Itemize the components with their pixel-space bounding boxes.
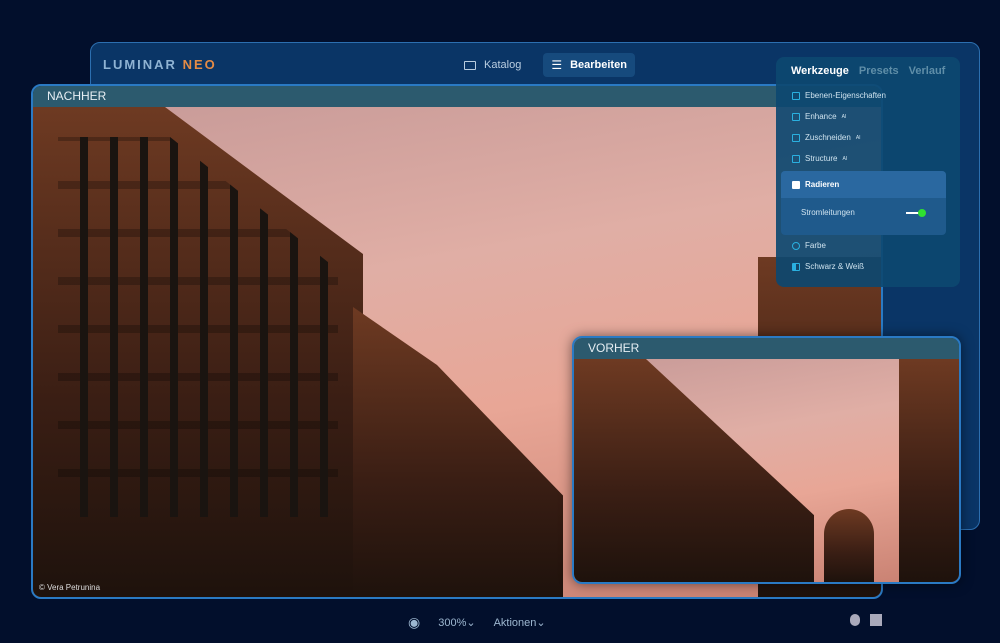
- tool-layer-properties[interactable]: Ebenen-Eigenschaften: [776, 85, 960, 106]
- tab-presets[interactable]: Presets: [859, 65, 899, 77]
- windows-icon: [870, 614, 882, 626]
- color-icon: [792, 241, 800, 250]
- before-panel: VORHER: [572, 336, 961, 584]
- zoom-dropdown[interactable]: 300%⌄: [438, 616, 475, 629]
- structure-icon: [792, 154, 800, 163]
- folder-icon: [464, 60, 476, 70]
- layer-icon: [792, 91, 800, 100]
- tool-structure[interactable]: Structure AI: [776, 148, 960, 169]
- tool-color[interactable]: Farbe: [776, 235, 960, 256]
- sliders-icon: ☰: [551, 58, 563, 72]
- tool-erase[interactable]: Radieren: [781, 171, 946, 198]
- powerlines-toggle[interactable]: [906, 208, 926, 217]
- tab-tools[interactable]: Werkzeuge: [791, 65, 849, 77]
- tool-bw[interactable]: Schwarz & Weiß: [776, 256, 960, 277]
- tab-history[interactable]: Verlauf: [909, 65, 946, 77]
- catalog-button[interactable]: Katalog: [456, 53, 529, 77]
- tool-crop[interactable]: Zuschneiden AI: [776, 127, 960, 148]
- eye-icon[interactable]: ◉: [408, 614, 420, 631]
- apple-icon: [850, 614, 860, 626]
- powerlines-label: Stromleitungen: [801, 208, 855, 217]
- tools-panel: Werkzeuge Presets Verlauf Ebenen-Eigensc…: [776, 57, 960, 287]
- crop-icon: [792, 133, 800, 142]
- edit-button[interactable]: ☰ Bearbeiten: [543, 53, 635, 77]
- after-title: NACHHER: [33, 86, 881, 107]
- before-title: VORHER: [574, 338, 959, 359]
- bw-icon: [792, 262, 800, 271]
- logo: LUMINAR NEO: [103, 57, 217, 72]
- enhance-icon: [792, 112, 800, 121]
- eraser-icon: [792, 180, 800, 189]
- tool-enhance[interactable]: Enhance AI: [776, 106, 960, 127]
- before-photo[interactable]: [574, 359, 959, 582]
- tool-erase-expanded: Radieren Stromleitungen: [781, 171, 946, 235]
- actions-dropdown[interactable]: Aktionen⌄: [494, 616, 546, 629]
